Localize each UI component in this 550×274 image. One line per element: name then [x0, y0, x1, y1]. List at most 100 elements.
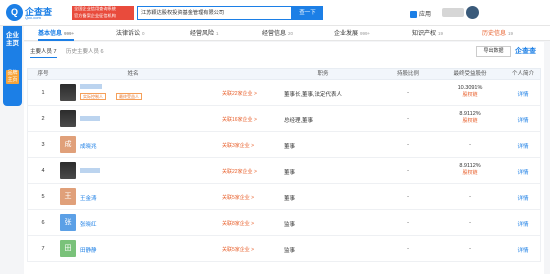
associated-companies-link[interactable]: 关联8家企业 > — [222, 220, 254, 227]
apps-menu[interactable]: 应用 — [410, 9, 431, 18]
tab-count: 20 — [288, 31, 294, 36]
tab-business[interactable]: 经营信息 20 — [262, 26, 293, 41]
avatar[interactable] — [60, 162, 76, 179]
associated-companies-link[interactable]: 关联5家企业 > — [222, 194, 254, 201]
apps-icon — [410, 10, 417, 18]
shareholding-ratio: - — [407, 246, 409, 252]
person-name[interactable]: 田静静 — [80, 246, 97, 254]
tagline-line-1: 全国企业信用查询系统 — [74, 6, 116, 11]
side-nav-brand-home[interactable]: 品牌主页 — [6, 70, 19, 84]
row-index: 5 — [41, 194, 45, 200]
associated-companies-link[interactable]: 关联22家企业 > — [222, 168, 257, 175]
side-nav: 企业主页 品牌主页 — [3, 26, 22, 106]
detail-link[interactable]: 详情 — [508, 90, 538, 98]
tab-ip[interactable]: 知识产权 19 — [412, 26, 443, 41]
shareholding-ratio: - — [407, 220, 409, 226]
detail-link[interactable]: 详情 — [508, 116, 538, 124]
person-name-blurred[interactable] — [80, 84, 102, 91]
table-row: 5 王 王金涛 关联5家企业 > 董事 - - 详情 — [27, 184, 541, 210]
tab-count: 0 — [142, 31, 145, 36]
badge-controller: 实际控制人 — [80, 93, 106, 100]
col-name: 姓名 — [127, 71, 139, 77]
tab-legal[interactable]: 法律诉讼 0 — [116, 26, 145, 41]
search-input[interactable]: 江苏颖达股权投资基金管理有限公司 — [137, 6, 292, 20]
shareholding-ratio: - — [407, 142, 409, 148]
final-share-value: 8.9112% — [459, 163, 481, 169]
shareholding-ratio: - — [407, 194, 409, 200]
equity-chain-link[interactable]: 股权链 — [440, 118, 500, 125]
final-beneficial-share: 10.3091% 股权链 — [440, 85, 500, 99]
tab-label: 企业发展 — [334, 31, 359, 37]
row-index: 1 — [41, 90, 45, 96]
final-beneficial-share: - — [469, 194, 471, 200]
tab-label: 基本信息 — [38, 31, 63, 37]
tab-count: 19 — [438, 31, 444, 36]
tab-history[interactable]: 历史信息 19 — [482, 26, 513, 41]
detail-link[interactable]: 详情 — [508, 168, 538, 176]
equity-chain-link[interactable]: 股权链 — [440, 170, 500, 177]
avatar[interactable]: 田 — [60, 240, 76, 257]
avatar[interactable] — [60, 110, 76, 127]
final-beneficial-share: 8.9112% 股权链 — [440, 111, 500, 125]
col-ratio: 持股比例 — [396, 71, 419, 77]
brand-logo[interactable]: Q 企查查 Qcc.com — [6, 4, 71, 22]
person-name[interactable]: 成晓兆 — [80, 142, 97, 150]
person-name-blurred[interactable] — [80, 116, 100, 123]
tab-risk[interactable]: 经营风险 1 — [190, 26, 219, 41]
table-header: 序号 姓名 职务 持股比例 最终受益股份 个人简介 — [27, 68, 541, 80]
tab-label: 经营信息 — [262, 31, 287, 37]
shareholding-ratio: - — [407, 116, 409, 122]
associated-companies-link[interactable]: 关联16家企业 > — [222, 116, 257, 123]
person-name[interactable]: 王金涛 — [80, 194, 97, 202]
associated-companies-link[interactable]: 关联5家企业 > — [222, 246, 254, 253]
avatar[interactable] — [60, 84, 76, 101]
table-row: 7 田 田静静 关联5家企业 > 监事 - - 详情 — [27, 236, 541, 262]
export-data-button[interactable]: 导出数据 — [476, 46, 511, 57]
tab-count: 999+ — [360, 31, 371, 36]
col-final: 最终受益股份 — [453, 71, 487, 77]
detail-link[interactable]: 详情 — [508, 246, 538, 254]
table-row: 2 关联16家企业 > 总经理,董事 - 8.9112% 股权链 详情 — [27, 106, 541, 132]
detail-link[interactable]: 详情 — [508, 194, 538, 202]
brand-url: Qcc.com — [25, 15, 41, 20]
role: 监事 — [284, 248, 296, 254]
person-name-blurred[interactable] — [80, 168, 100, 175]
final-beneficial-share: 8.9112% 股权链 — [440, 163, 500, 177]
tab-count: 999+ — [64, 31, 75, 36]
row-index: 6 — [41, 220, 45, 226]
avatar[interactable]: 张 — [60, 214, 76, 231]
col-role: 职务 — [317, 71, 329, 77]
associated-companies-link[interactable]: 关联22家企业 > — [222, 90, 257, 97]
tab-development[interactable]: 企业发展 999+ — [334, 26, 370, 41]
table-row: 4 关联22家企业 > 董事 - 8.9112% 股权链 详情 — [27, 158, 541, 184]
row-index: 3 — [41, 142, 45, 148]
detail-link[interactable]: 详情 — [508, 220, 538, 228]
avatar[interactable]: 王 — [60, 188, 76, 205]
subtab-history-personnel[interactable]: 历史主要人员 6 — [66, 47, 104, 57]
row-index: 4 — [41, 168, 45, 174]
tab-label: 历史信息 — [482, 31, 507, 37]
user-avatar[interactable] — [466, 6, 479, 19]
role: 监事 — [284, 222, 296, 228]
person-name[interactable]: 张晓红 — [80, 220, 97, 228]
tab-label: 知识产权 — [412, 31, 437, 37]
shareholding-ratio: - — [407, 168, 409, 174]
role: 董事长,董事,法定代表人 — [284, 92, 343, 98]
tab-label: 法律诉讼 — [116, 31, 141, 37]
equity-chain-link[interactable]: 股权链 — [440, 92, 500, 99]
table-row: 1 实际控制人 最终受益人 关联22家企业 > 董事长,董事,法定代表人 - 1… — [27, 80, 541, 106]
logo-icon: Q — [6, 4, 23, 21]
personnel-panel: 主要人员 7 历史主要人员 6 导出数据 企查查 序号 姓名 职务 持股比例 最… — [24, 42, 544, 274]
side-nav-company-home[interactable]: 企业主页 — [6, 32, 19, 48]
subtab-key-personnel[interactable]: 主要人员 7 — [30, 47, 57, 58]
search-button[interactable]: 查一下 — [292, 6, 323, 20]
avatar[interactable]: 成 — [60, 136, 76, 153]
main-tabs: 基本信息 999+ 法律诉讼 0 经营风险 1 经营信息 20 企业发展 999+ 知识产… — [24, 26, 550, 41]
role: 董事 — [284, 144, 296, 150]
user-name-blurred[interactable] — [442, 8, 464, 17]
associated-companies-link[interactable]: 关联3家企业 > — [222, 142, 254, 149]
tab-basic-info[interactable]: 基本信息 999+ — [38, 26, 75, 41]
apps-label: 应用 — [419, 12, 432, 18]
tab-label: 经营风险 — [190, 31, 215, 37]
detail-link[interactable]: 详情 — [508, 142, 538, 150]
